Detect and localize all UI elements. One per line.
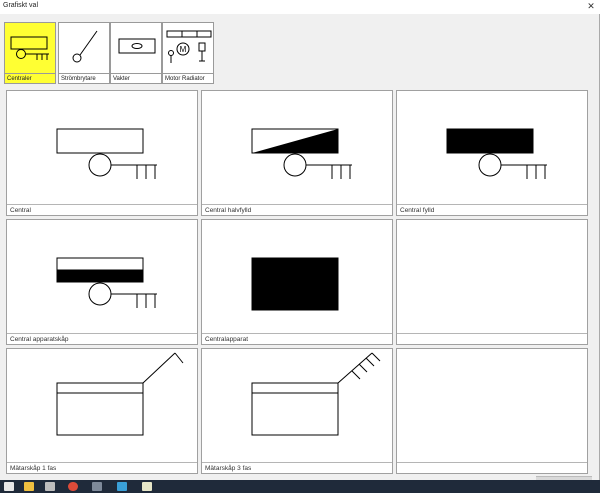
tab-strombrytare[interactable]: Strömbrytare	[58, 22, 110, 84]
cell-separator	[202, 462, 392, 463]
tab-vakter[interactable]: Vakter	[110, 22, 162, 84]
switch-icon	[72, 30, 98, 63]
symbol-cell-central[interactable]: Central	[6, 90, 198, 216]
window-titlebar: Grafiskt val ✕	[0, 0, 600, 14]
window-title: Grafiskt val	[3, 2, 39, 9]
cell-label: Central apparatskåp	[10, 336, 69, 343]
cell-separator	[397, 333, 587, 334]
symbol-grid: Central Central halvfylld Central fylld …	[4, 88, 592, 476]
central-filled-icon	[446, 128, 547, 179]
central-icon	[56, 128, 157, 179]
symbol-cell-centralapparat[interactable]: Centralapparat	[201, 219, 393, 345]
calculator-icon[interactable]	[45, 482, 55, 491]
central-panel-icon	[10, 36, 49, 60]
cell-label: Central	[10, 207, 31, 214]
cell-separator	[202, 204, 392, 205]
central-cabinet-icon	[56, 257, 157, 308]
cell-label: Central fylld	[400, 207, 435, 214]
symbol-cell-matarskap-3-fas[interactable]: Mätarskåp 3 fas	[201, 348, 393, 474]
symbol-cell-empty	[396, 348, 588, 474]
cell-label: Mätarskåp 3 fas	[205, 465, 252, 472]
svg-text:M: M	[180, 45, 187, 54]
cell-label: Centralapparat	[205, 336, 248, 343]
taskbar	[0, 480, 600, 493]
symbol-cell-central-halvfylld[interactable]: Central halvfylld	[201, 90, 393, 216]
close-button[interactable]: ✕	[586, 1, 596, 11]
symbol-cell-empty	[396, 219, 588, 345]
folder-icon[interactable]	[24, 482, 34, 491]
meter-cabinet-3-phase-icon	[251, 352, 381, 436]
cell-label: Central halvfylld	[205, 207, 252, 214]
central-apparatus-icon	[251, 257, 339, 311]
tab-label: Centraler	[7, 76, 32, 82]
store-icon[interactable]	[117, 482, 127, 491]
tab-separator	[5, 73, 55, 74]
notepad-icon[interactable]	[142, 482, 152, 491]
cell-label: Mätarskåp 1 fas	[10, 465, 57, 472]
grafiskt-val-window: Grafiskt val ✕ Centraler Strömbrytare Va…	[0, 0, 600, 481]
cell-separator	[7, 204, 197, 205]
cell-separator	[7, 333, 197, 334]
tab-centraler[interactable]: Centraler	[4, 22, 56, 84]
tab-separator	[59, 73, 109, 74]
tab-label: Motor Radiator	[165, 76, 205, 82]
explorer-icon[interactable]	[4, 482, 14, 491]
cell-separator	[397, 462, 587, 463]
tab-label: Vakter	[113, 76, 130, 82]
cell-separator	[7, 462, 197, 463]
tab-label: Strömbrytare	[61, 76, 96, 82]
cell-separator	[397, 204, 587, 205]
symbol-cell-matarskap-1-fas[interactable]: Mätarskåp 1 fas	[6, 348, 198, 474]
guard-icon	[118, 38, 156, 54]
app-icon[interactable]	[92, 482, 102, 491]
symbol-cell-central-fylld[interactable]: Central fylld	[396, 90, 588, 216]
tab-separator	[111, 73, 161, 74]
tab-separator	[163, 73, 213, 74]
tab-motor-radiator[interactable]: M Motor Radiator	[162, 22, 214, 84]
central-half-filled-icon	[251, 128, 352, 179]
chrome-icon[interactable]	[68, 482, 78, 491]
symbol-cell-central-apparatskap[interactable]: Central apparatskåp	[6, 219, 198, 345]
motor-radiator-icon: M	[166, 30, 212, 63]
meter-cabinet-1-phase-icon	[56, 352, 184, 436]
cell-separator	[202, 333, 392, 334]
